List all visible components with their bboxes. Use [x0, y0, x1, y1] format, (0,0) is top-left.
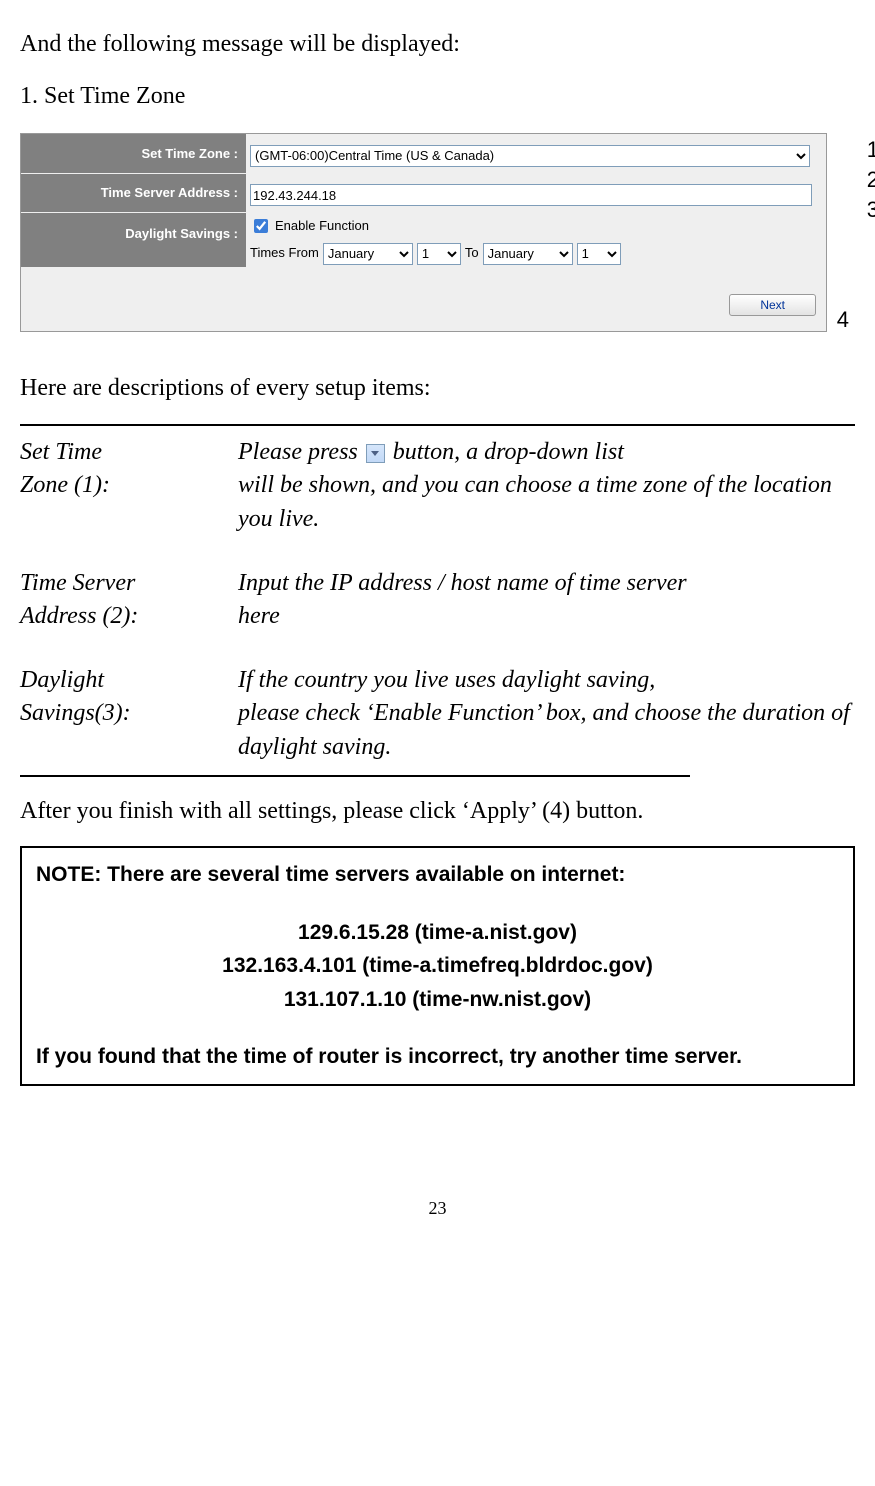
section-title: 1. Set Time Zone — [20, 80, 855, 114]
note-server-1: 129.6.15.28 (time-a.nist.gov) — [36, 916, 839, 950]
desc-1-text-c: will be shown, and you can choose a time… — [238, 472, 832, 532]
desc-2-text-b: here — [238, 603, 280, 629]
intro-text: And the following message will be displa… — [20, 28, 855, 62]
label-set-time-zone: Set Time Zone : — [21, 134, 246, 174]
note-footer: If you found that the time of router is … — [36, 1040, 839, 1074]
callout-2: 2 — [867, 165, 875, 196]
enable-function-label: Enable Function — [275, 217, 369, 235]
desc-bottom-rule — [20, 775, 690, 777]
after-para: After you finish with all settings, plea… — [20, 795, 855, 829]
month-to-select[interactable]: January — [483, 243, 573, 265]
desc-1-label-b: Zone (1): — [20, 472, 110, 498]
desc-3-label-a: Daylight — [20, 667, 104, 693]
to-label: To — [465, 244, 479, 262]
next-button[interactable]: Next — [729, 294, 816, 316]
note-title: NOTE: There are several time servers ava… — [36, 858, 839, 892]
descriptions-table: Set Time Zone (1): Please press button, … — [20, 436, 855, 765]
label-daylight-savings: Daylight Savings : — [21, 213, 246, 267]
dropdown-icon — [366, 444, 385, 463]
desc-1-text-a: Please press — [238, 439, 364, 465]
desc-3-label-b: Savings(3): — [20, 700, 131, 726]
callout-1: 1 — [867, 135, 875, 166]
label-time-server-address: Time Server Address : — [21, 174, 246, 214]
note-server-3: 131.107.1.10 (time-nw.nist.gov) — [36, 983, 839, 1017]
desc-2-label-b: Address (2): — [20, 603, 138, 629]
desc-3-text-b: please check ‘Enable Function’ box, and … — [238, 700, 850, 760]
desc-3-text-a: If the country you live uses daylight sa… — [238, 667, 655, 693]
enable-function-checkbox[interactable] — [254, 219, 268, 233]
callout-3: 3 — [867, 195, 875, 226]
desc-2-label-a: Time Server — [20, 570, 135, 596]
desc-top-rule — [20, 424, 855, 426]
descriptions-intro: Here are descriptions of every setup ite… — [20, 372, 855, 406]
callout-4: 4 — [837, 305, 849, 336]
timezone-select[interactable]: (GMT-06:00)Central Time (US & Canada) — [250, 145, 810, 167]
page-number: 23 — [20, 1196, 855, 1221]
desc-1-label-a: Set Time — [20, 439, 102, 465]
time-server-input[interactable] — [250, 184, 812, 206]
note-box: NOTE: There are several time servers ava… — [20, 846, 855, 1086]
month-from-select[interactable]: January — [323, 243, 413, 265]
day-to-select[interactable]: 1 — [577, 243, 621, 265]
desc-2-text-a: Input the IP address / host name of time… — [238, 570, 687, 596]
times-from-label: Times From — [250, 244, 319, 262]
desc-1-text-b: button, a drop-down list — [387, 439, 624, 465]
day-from-select[interactable]: 1 — [417, 243, 461, 265]
settings-figure: Set Time Zone : (GMT-06:00)Central Time … — [20, 133, 827, 332]
note-server-2: 132.163.4.101 (time-a.timefreq.bldrdoc.g… — [36, 949, 839, 983]
